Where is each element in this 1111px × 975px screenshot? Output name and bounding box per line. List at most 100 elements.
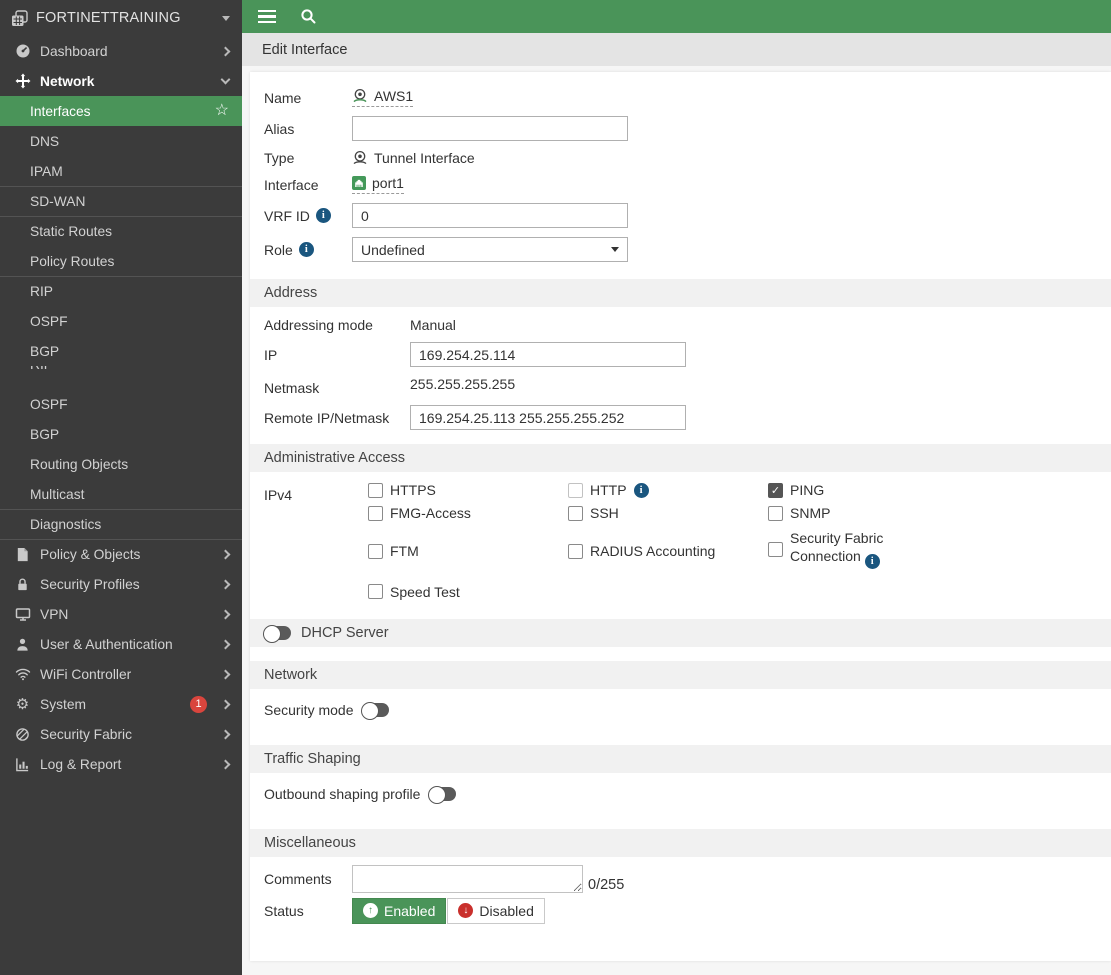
sidebar-item-policy-routes[interactable]: Policy Routes [0, 246, 242, 276]
comments-row: Comments 0/255 [250, 864, 1111, 893]
info-icon[interactable]: i [315, 208, 331, 223]
sidebar-item-network[interactable]: Network [0, 66, 242, 96]
comments-textarea[interactable] [352, 864, 583, 893]
sidebar-item-label: OSPF [30, 396, 68, 412]
sidebar-item-security-profiles[interactable]: Security Profiles [0, 569, 242, 599]
addressing-mode-label: Addressing mode [264, 317, 373, 333]
checkbox-box[interactable] [768, 541, 783, 557]
admin-access-section-header: Administrative Access [250, 444, 1111, 472]
role-select[interactable]: Undefined [352, 237, 628, 262]
checkbox-fmg-access[interactable]: FMG-Access [368, 505, 568, 521]
alias-input[interactable] [352, 116, 628, 141]
checkbox-ftm[interactable]: FTM [368, 543, 568, 559]
checkbox-label: RADIUS Accounting [590, 543, 716, 560]
search-icon[interactable] [300, 8, 317, 25]
sidebar-item-system[interactable]: ⚙ System 1 [0, 689, 242, 719]
chevron-right-icon [220, 579, 231, 589]
checkbox-radius-accounting[interactable]: RADIUS Accounting [568, 543, 768, 559]
sidebar-item-multicast[interactable]: Multicast [0, 479, 242, 509]
checkbox-box[interactable] [568, 505, 583, 521]
interface-label: Interface [264, 176, 319, 193]
checkbox-box-checked[interactable]: ✓ [768, 482, 783, 498]
checkbox-box[interactable] [568, 543, 583, 559]
sidebar-item-user-authentication[interactable]: User & Authentication [0, 629, 242, 659]
checkbox-box[interactable] [568, 482, 583, 498]
checkbox-ssh[interactable]: SSH [568, 505, 768, 521]
dhcp-server-label: DHCP Server [301, 624, 389, 641]
sidebar-item-bgp-2[interactable]: BGP [0, 419, 242, 449]
sidebar: FORTINETTRAINING Dashboard Network Inter… [0, 0, 242, 975]
status-disabled-button[interactable]: ↓ Disabled [447, 897, 545, 924]
checkbox-box[interactable] [768, 505, 783, 521]
checkbox-label: FTM [390, 543, 419, 560]
tunnel-icon [352, 88, 368, 104]
dhcp-server-toggle[interactable] [263, 624, 291, 643]
checkbox-label: PING [790, 482, 825, 498]
sidebar-item-security-fabric[interactable]: Security Fabric [0, 719, 242, 749]
sidebar-item-ipam[interactable]: IPAM [0, 156, 242, 186]
sidebar-item-label: Routing Objects [30, 456, 129, 472]
security-mode-toggle[interactable] [361, 701, 390, 720]
checkbox-https[interactable]: HTTPS [368, 482, 568, 498]
sidebar-item-wifi-controller[interactable]: WiFi Controller [0, 659, 242, 689]
sidebar-item-dns[interactable]: DNS [0, 126, 242, 156]
vrf-id-input[interactable] [352, 203, 628, 228]
monitor-icon [13, 606, 32, 622]
checkbox-box[interactable] [368, 505, 383, 521]
checkbox-box[interactable] [368, 482, 383, 498]
ip-input[interactable] [410, 342, 686, 367]
alias-row: Alias [264, 116, 1111, 141]
vrf-row: VRF ID i [264, 203, 1111, 228]
sidebar-item-ospf[interactable]: OSPF [0, 306, 242, 336]
sidebar-item-label: BGP [30, 426, 60, 442]
outbound-shaping-toggle[interactable] [428, 785, 457, 804]
remote-ip-label: Remote IP/Netmask [264, 409, 390, 426]
info-icon[interactable]: i [864, 553, 880, 569]
checkbox-http[interactable]: HTTP i [568, 482, 768, 498]
sidebar-item-diagnostics[interactable]: Diagnostics [0, 509, 242, 539]
checkbox-box[interactable] [368, 584, 383, 600]
sidebar-nav: Dashboard Network Interfaces ☆ DNS IPAM … [0, 36, 242, 779]
info-icon[interactable]: i [633, 482, 649, 498]
page-title: Edit Interface [242, 33, 1111, 66]
alias-label: Alias [264, 120, 295, 137]
checkbox-label: HTTPS [390, 482, 436, 498]
logo-row[interactable]: FORTINETTRAINING [0, 0, 242, 36]
outbound-shaping-label: Outbound shaping profile [264, 785, 421, 802]
document-icon [13, 547, 32, 562]
sidebar-item-static-routes[interactable]: Static Routes [0, 216, 242, 246]
sidebar-item-dashboard[interactable]: Dashboard [0, 36, 242, 66]
sidebar-item-vpn[interactable]: VPN [0, 599, 242, 629]
sidebar-item-rip-clipped[interactable]: RIP [0, 366, 242, 389]
hamburger-menu-icon[interactable] [258, 10, 276, 23]
parent-interface-object[interactable]: port1 [352, 175, 404, 194]
wifi-icon [13, 666, 32, 682]
ipv4-label: IPv4 [264, 487, 293, 503]
name-row: Name AWS1 [264, 88, 1111, 107]
favorite-star-icon[interactable]: ☆ [215, 103, 229, 119]
gauge-icon [13, 43, 32, 59]
checkbox-speed-test[interactable]: Speed Test [368, 584, 568, 600]
sidebar-item-ospf-2[interactable]: OSPF [0, 389, 242, 419]
info-icon[interactable]: i [298, 242, 314, 257]
move-arrows-icon [13, 73, 32, 89]
interface-name-object[interactable]: AWS1 [352, 88, 414, 107]
remote-ip-input[interactable] [410, 405, 686, 430]
chevron-right-icon [220, 759, 231, 769]
sidebar-item-sdwan[interactable]: SD-WAN [0, 186, 242, 216]
sidebar-item-interfaces[interactable]: Interfaces ☆ [0, 96, 242, 126]
status-enabled-button[interactable]: ↑ Enabled [352, 897, 447, 924]
sidebar-item-log-report[interactable]: Log & Report [0, 749, 242, 779]
sidebar-item-bgp[interactable]: BGP [0, 336, 242, 366]
checkbox-box[interactable] [368, 543, 383, 559]
device-name: FORTINETTRAINING [36, 10, 181, 26]
netmask-value: 255.255.255.255 [410, 376, 516, 392]
sidebar-item-policy-objects[interactable]: Policy & Objects [0, 539, 242, 569]
sidebar-item-rip[interactable]: RIP [0, 276, 242, 306]
sidebar-item-routing-objects[interactable]: Routing Objects [0, 449, 242, 479]
checkbox-security-fabric-connection[interactable]: Security Fabric Connection i [768, 530, 988, 569]
checkbox-ping[interactable]: ✓ PING [768, 482, 988, 498]
chevron-right-icon [220, 699, 231, 709]
traffic-shaping-section-header: Traffic Shaping [250, 744, 1111, 773]
checkbox-snmp[interactable]: SNMP [768, 505, 988, 521]
